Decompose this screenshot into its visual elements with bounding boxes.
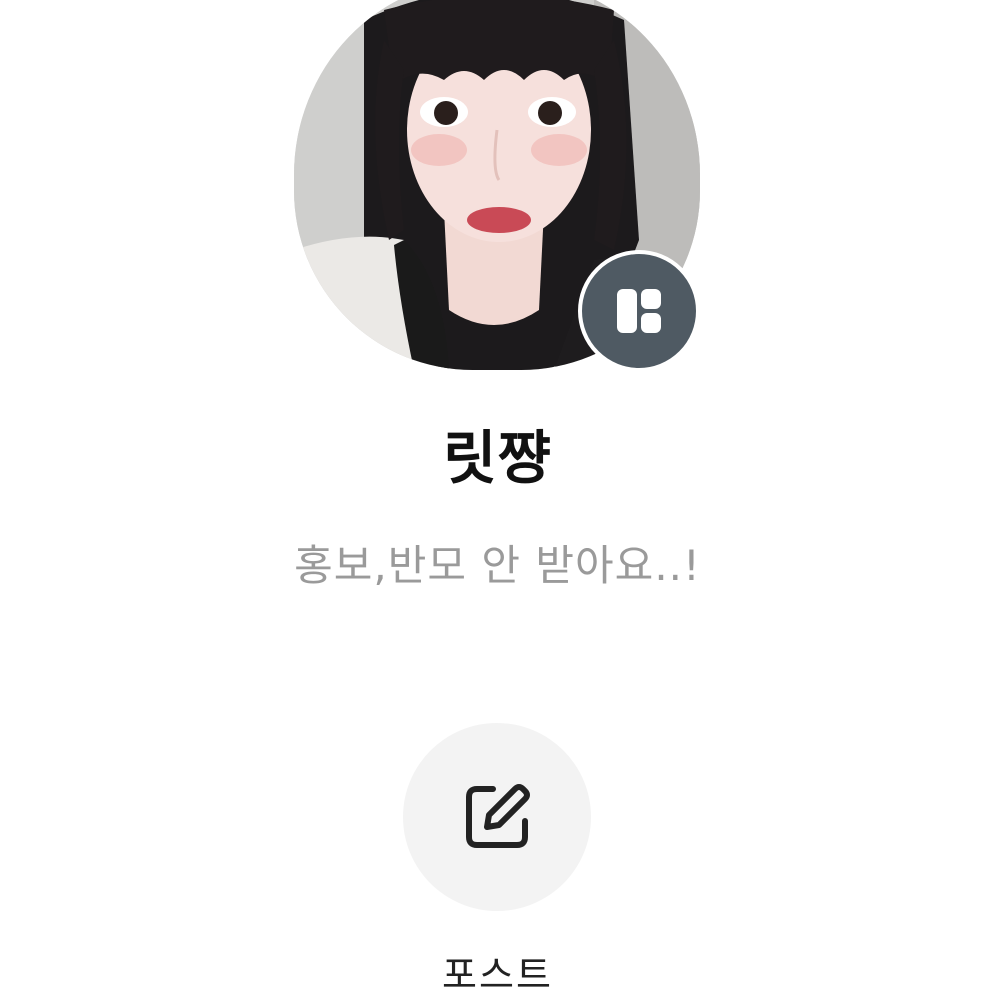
profile-status-message: 홍보,반모 안 받아요..!	[294, 541, 701, 590]
layout-grid-icon	[617, 289, 661, 333]
profile-page: 릿쨩 홍보,반모 안 받아요..! 포스트	[0, 0, 995, 995]
profile-type-badge[interactable]	[578, 250, 700, 372]
edit-pencil-icon	[466, 784, 530, 848]
post-button[interactable]	[403, 723, 591, 911]
profile-nickname: 릿쨩	[443, 424, 552, 492]
post-label[interactable]: 포스트	[0, 945, 995, 995]
